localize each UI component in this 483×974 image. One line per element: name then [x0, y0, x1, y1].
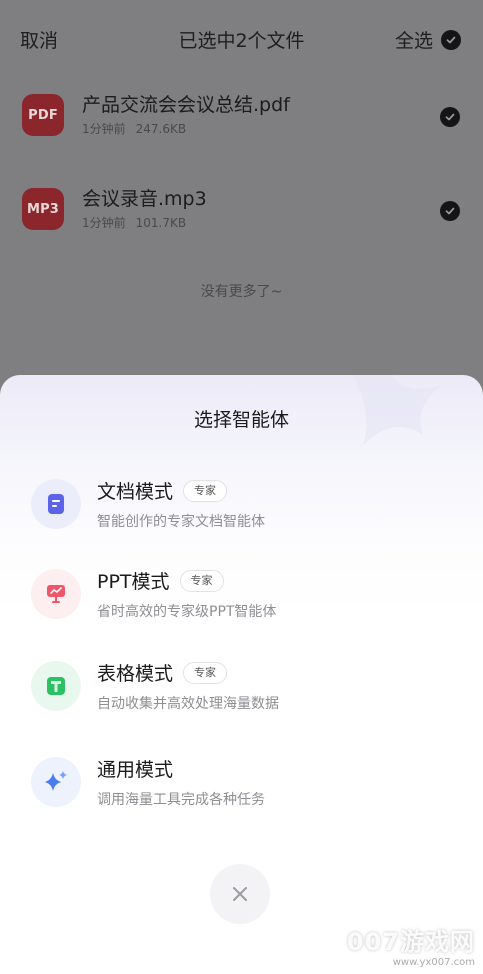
agent-select-sheet: 选择智能体 文档模式 专家 智能创作的专家文档智能体 PPT模式 专家 省时高效… — [0, 375, 483, 974]
file-item[interactable]: MP3 会议录音.mp3 1分钟前 101.7KB — [0, 184, 483, 254]
mode-title: 表格模式 专家 — [97, 659, 228, 686]
check-circle-icon — [441, 29, 461, 50]
mode-name: 文档模式 — [97, 481, 174, 503]
file-checkbox-icon[interactable] — [440, 107, 460, 127]
mode-name: 表格模式 — [97, 663, 174, 685]
file-item[interactable]: PDF 产品交流会会议总结.pdf 1分钟前 247.6KB — [0, 90, 483, 160]
watermark-text: 007游戏网 — [346, 928, 475, 956]
mode-title: 通用模式 — [97, 755, 173, 782]
close-button[interactable] — [210, 864, 270, 924]
document-icon — [31, 479, 81, 529]
mode-description: 智能创作的专家文档智能体 — [97, 514, 265, 530]
file-checkbox-icon[interactable] — [440, 201, 460, 221]
watermark-url: www.yx007.com — [392, 957, 475, 968]
file-time: 1分钟前 — [82, 122, 126, 136]
mode-item-document[interactable]: 文档模式 专家 智能创作的专家文档智能体 — [0, 477, 483, 547]
sheet-title: 选择智能体 — [193, 409, 289, 431]
mode-name: PPT模式 — [97, 571, 170, 593]
mode-title: 文档模式 专家 — [97, 477, 228, 504]
sparkle-icon — [31, 757, 81, 807]
mode-item-table[interactable]: 表格模式 专家 自动收集并高效处理海量数据 — [0, 659, 483, 729]
expert-badge: 专家 — [183, 661, 228, 684]
select-all-button[interactable]: 全选 — [395, 26, 461, 53]
mp3-file-icon: MP3 — [22, 188, 64, 230]
file-size: 101.7KB — [135, 216, 187, 230]
close-icon — [233, 887, 247, 901]
file-time: 1分钟前 — [82, 216, 126, 230]
no-more-text: 没有更多了~ — [200, 284, 283, 300]
expert-badge: 专家 — [183, 479, 228, 502]
mode-description: 自动收集并高效处理海量数据 — [97, 696, 279, 712]
file-meta: 1分钟前 101.7KB — [82, 214, 196, 231]
mode-item-ppt[interactable]: PPT模式 专家 省时高效的专家级PPT智能体 — [0, 567, 483, 637]
file-meta: 1分钟前 247.6KB — [82, 120, 196, 137]
table-icon — [31, 661, 81, 711]
expert-badge: 专家 — [179, 569, 224, 592]
mode-title: PPT模式 专家 — [97, 567, 224, 594]
file-name: 会议录音.mp3 — [82, 188, 207, 210]
pdf-file-icon: PDF — [22, 94, 64, 136]
file-name: 产品交流会会议总结.pdf — [82, 94, 290, 116]
watermark-logo: 007游戏网 www.yx007.com — [347, 922, 475, 968]
top-bar: 取消 已选中2个文件 全选 — [0, 0, 483, 78]
mode-description: 省时高效的专家级PPT智能体 — [97, 604, 277, 620]
mode-description: 调用海量工具完成各种任务 — [97, 792, 265, 808]
select-all-label: 全选 — [394, 30, 433, 52]
mode-item-general[interactable]: 通用模式 调用海量工具完成各种任务 — [0, 755, 483, 825]
mode-name: 通用模式 — [97, 759, 174, 781]
file-size: 247.6KB — [135, 122, 187, 136]
presentation-icon — [31, 569, 81, 619]
